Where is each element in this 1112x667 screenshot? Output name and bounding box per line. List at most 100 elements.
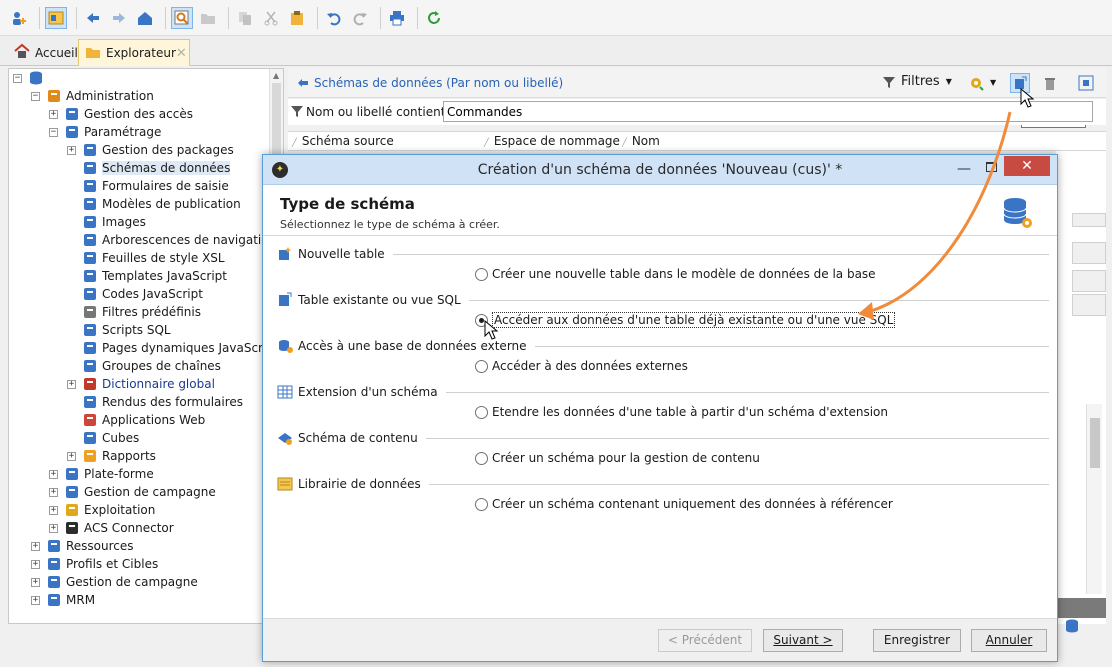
tree-item[interactable]: Templates JavaScript xyxy=(67,267,227,285)
column-header-source[interactable]: ╱ Schéma source xyxy=(292,134,394,148)
tree-item[interactable]: Feuilles de style XSL xyxy=(67,249,225,267)
expand-icon[interactable]: + xyxy=(67,145,76,155)
schema-type-option[interactable]: Créer une nouvelle table dans le modèle … xyxy=(475,265,876,283)
schema-type-option[interactable]: Créer un schéma pour la gestion de conte… xyxy=(475,449,760,467)
collapse-icon[interactable]: − xyxy=(31,91,40,101)
tree-item[interactable]: + Gestion des accès xyxy=(49,105,193,123)
expand-icon[interactable]: + xyxy=(31,559,40,569)
tree-item[interactable]: + Gestion des packages xyxy=(67,141,234,159)
tree-item[interactable]: − Paramétrage xyxy=(49,123,161,141)
tree-item[interactable]: + Ressources xyxy=(31,537,134,555)
schema-type-option[interactable]: Accéder aux données d'une table déjà exi… xyxy=(475,311,896,329)
cut-icon[interactable] xyxy=(260,7,282,29)
tree-root[interactable]: − xyxy=(13,69,48,87)
tree-item[interactable]: Rendus des formulaires xyxy=(67,393,243,411)
radio-button[interactable] xyxy=(475,267,488,281)
expand-icon[interactable]: + xyxy=(31,541,40,551)
expand-icon[interactable]: + xyxy=(49,523,58,533)
tree-item[interactable]: + MRM xyxy=(31,591,95,609)
radio-button[interactable] xyxy=(475,405,488,419)
column-header-namespace[interactable]: ╱ Espace de nommage xyxy=(484,134,620,148)
dialog-titlebar[interactable]: ✦ Création d'un schéma de données 'Nouve… xyxy=(263,155,1057,185)
section-divider xyxy=(468,299,1049,301)
cancel-button[interactable]: Annuler xyxy=(971,629,1047,652)
settings-gear-icon[interactable] xyxy=(966,73,986,93)
fullscreen-icon[interactable] xyxy=(1076,73,1096,93)
schema-type-option[interactable]: Etendre les données d'une table à partir… xyxy=(475,403,888,421)
explorer-view-icon[interactable] xyxy=(45,6,67,29)
radio-button[interactable] xyxy=(475,359,488,373)
refresh-icon[interactable] xyxy=(423,7,445,29)
expand-icon[interactable]: + xyxy=(49,109,58,119)
tree-item[interactable]: + Dictionnaire global xyxy=(67,375,215,393)
forward-arrow-icon[interactable] xyxy=(108,7,130,29)
tree-item[interactable]: + Exploitation xyxy=(49,501,155,519)
expand-icon[interactable]: + xyxy=(31,595,40,605)
new-user-icon[interactable] xyxy=(8,7,30,29)
expand-icon[interactable]: + xyxy=(49,505,58,515)
tree-item[interactable]: Modèles de publication xyxy=(67,195,241,213)
radio-button[interactable] xyxy=(475,451,488,465)
back-arrow-icon[interactable] xyxy=(82,7,104,29)
previous-button[interactable]: < Précédent xyxy=(658,629,752,652)
chevron-down-icon[interactable]: ▼ xyxy=(990,78,996,87)
collapse-icon[interactable]: − xyxy=(13,73,22,83)
trash-icon[interactable] xyxy=(1040,73,1060,93)
expand-icon[interactable]: + xyxy=(31,577,40,587)
tree-item[interactable]: + Plate-forme xyxy=(49,465,154,483)
close-icon[interactable]: ✕ xyxy=(176,46,187,61)
tree-item-label: Formulaires de saisie xyxy=(102,179,229,193)
tree-item[interactable]: Scripts SQL xyxy=(67,321,171,339)
tree-item[interactable]: + Gestion de campagne xyxy=(49,483,216,501)
tab-explorer[interactable]: Explorateur ✕ xyxy=(78,39,190,66)
tree-item[interactable]: − Administration xyxy=(31,87,154,105)
redo-icon[interactable] xyxy=(349,7,371,29)
filter-input[interactable] xyxy=(443,101,1093,122)
tree-item[interactable]: Applications Web xyxy=(67,411,205,429)
collapse-icon[interactable]: − xyxy=(49,127,58,137)
scrollbar-thumb[interactable] xyxy=(1090,418,1100,468)
tree-item[interactable]: Arborescences de navigation xyxy=(67,231,276,249)
panel-header: Schémas de données (Par nom ou libellé) … xyxy=(288,68,1106,98)
tree-item[interactable]: + Profils et Cibles xyxy=(31,555,158,573)
tree-item[interactable]: Pages dynamiques JavaScript xyxy=(67,339,279,357)
xsl-icon xyxy=(84,252,96,264)
expand-icon[interactable]: + xyxy=(67,451,76,461)
schema-type-option[interactable]: Accéder à des données externes xyxy=(475,357,688,375)
schema-type-option[interactable]: Créer un schéma contenant uniquement des… xyxy=(475,495,893,513)
tree-item-label: Applications Web xyxy=(102,413,206,427)
mrm-icon xyxy=(48,594,60,606)
tree-item[interactable]: + ACS Connector xyxy=(49,519,174,537)
undo-icon[interactable] xyxy=(323,7,345,29)
folder-icon[interactable] xyxy=(197,7,219,29)
home-folder-icon[interactable] xyxy=(134,7,156,29)
save-button[interactable]: Enregistrer xyxy=(873,629,961,652)
radio-button[interactable] xyxy=(475,497,488,511)
tree-item[interactable]: + Gestion de campagne xyxy=(31,573,198,591)
search-icon[interactable] xyxy=(171,6,193,29)
paste-icon[interactable] xyxy=(286,7,308,29)
expand-icon[interactable]: + xyxy=(49,487,58,497)
tree-item[interactable]: Formulaires de saisie xyxy=(67,177,229,195)
tree-item[interactable]: + Rapports xyxy=(67,447,156,465)
minimize-icon[interactable]: — xyxy=(957,161,971,177)
tree-item[interactable]: Filtres prédéfinis xyxy=(67,303,201,321)
tree-item[interactable]: Schémas de données xyxy=(67,159,231,177)
tree-item[interactable]: Cubes xyxy=(67,429,139,447)
expand-icon[interactable]: + xyxy=(49,469,58,479)
print-icon[interactable] xyxy=(386,7,408,29)
next-button[interactable]: Suivant > xyxy=(763,629,843,652)
tab-home[interactable]: Accueil xyxy=(8,39,84,66)
column-header-name[interactable]: ╱ Nom xyxy=(622,134,660,148)
expand-icon[interactable]: + xyxy=(67,379,76,389)
copy-icon[interactable] xyxy=(234,7,256,29)
close-icon[interactable]: ✕ xyxy=(1004,156,1050,176)
tree-item[interactable]: Images xyxy=(67,213,146,231)
panel-scrollbar[interactable] xyxy=(1086,404,1102,594)
maximize-icon[interactable] xyxy=(986,162,997,172)
tree-item[interactable]: Groupes de chaînes xyxy=(67,357,221,375)
scroll-up-icon[interactable]: ▲ xyxy=(273,71,279,80)
tree-item[interactable]: Codes JavaScript xyxy=(67,285,203,303)
filters-button[interactable]: Filtres ▼ xyxy=(882,74,952,89)
panel-splitter[interactable] xyxy=(1072,213,1106,227)
